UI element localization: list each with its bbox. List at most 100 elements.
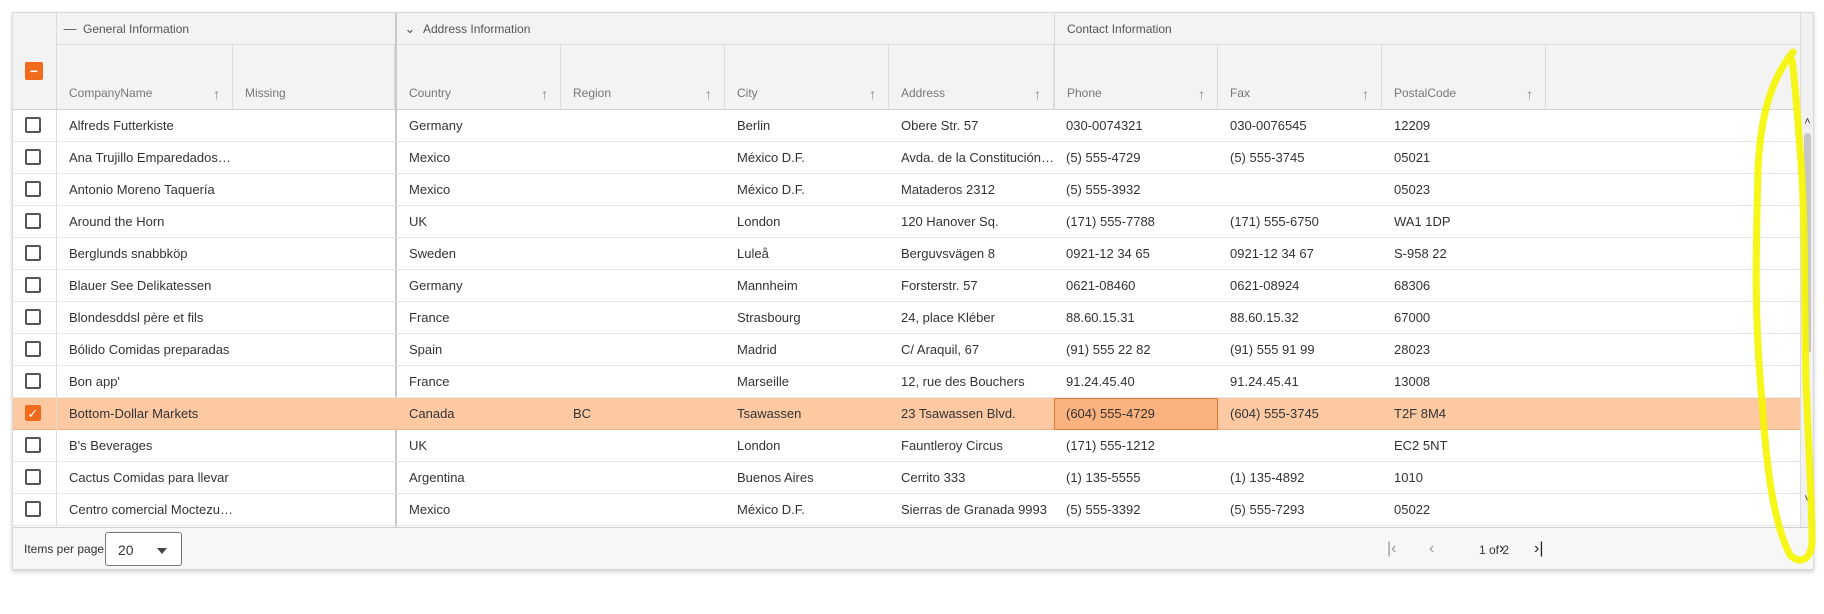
cell-company[interactable]: Alfreds Futterkiste (57, 110, 233, 142)
cell-country[interactable]: UK (397, 206, 561, 238)
cell-city[interactable]: Strasbourg (725, 302, 889, 334)
row-checkbox[interactable] (25, 437, 41, 453)
cell-phone[interactable]: (604) 555-4729 (1054, 398, 1218, 430)
cell-region[interactable] (561, 494, 725, 526)
cell-region[interactable] (561, 174, 725, 206)
sort-up-icon[interactable]: ↑ (541, 86, 548, 102)
cell-fax[interactable]: (5) 555-7293 (1218, 494, 1382, 526)
cell-postal[interactable]: 1010 (1382, 462, 1546, 494)
scrollbar-thumb[interactable] (1804, 133, 1811, 353)
column-header-missing[interactable]: Missing (233, 45, 395, 109)
cell-country[interactable]: Germany (397, 110, 561, 142)
first-page-icon[interactable]: |‹ (1387, 540, 1396, 558)
cell-region[interactable] (561, 270, 725, 302)
cell-country[interactable]: Spain (397, 334, 561, 366)
cell-region[interactable] (561, 110, 725, 142)
cell-postal[interactable]: 05023 (1382, 174, 1546, 206)
table-row[interactable]: Cactus Comidas para llevar Argentina Bueno… (13, 462, 1800, 494)
column-header-country[interactable]: Country ↑ (397, 45, 561, 109)
cell-fax[interactable]: (91) 555 91 99 (1218, 334, 1382, 366)
cell-region[interactable] (561, 302, 725, 334)
table-row[interactable]: Antonio Moreno Taquería Mexico México D.F.… (13, 174, 1800, 206)
cell-missing[interactable] (233, 238, 395, 270)
column-header-address[interactable]: Address ↑ (889, 45, 1054, 109)
cell-address[interactable]: Mataderos 2312 (889, 174, 1054, 206)
sort-up-icon[interactable]: ↑ (705, 86, 712, 102)
cell-address[interactable]: 24, place Kléber (889, 302, 1054, 334)
cell-city[interactable]: México D.F. (725, 494, 889, 526)
cell-company[interactable]: Antonio Moreno Taquería (57, 174, 233, 206)
cell-city[interactable]: México D.F. (725, 142, 889, 174)
cell-postal[interactable]: 05021 (1382, 142, 1546, 174)
cell-address[interactable]: Obere Str. 57 (889, 110, 1054, 142)
cell-city[interactable]: Madrid (725, 334, 889, 366)
cell-fax[interactable] (1218, 430, 1382, 462)
row-checkbox[interactable]: ✓ (25, 405, 41, 421)
table-row[interactable]: Ana Trujillo Emparedados y he… Mexico Méxi… (13, 142, 1800, 174)
row-checkbox[interactable] (25, 341, 41, 357)
table-row[interactable]: Berglunds snabbköp Sweden Luleå Berguvsväge… (13, 238, 1800, 270)
column-header-region[interactable]: Region ↑ (561, 45, 725, 109)
row-checkbox[interactable] (25, 501, 41, 517)
cell-fax[interactable]: 030-0076545 (1218, 110, 1382, 142)
cell-phone[interactable]: (171) 555-7788 (1054, 206, 1218, 238)
cell-postal[interactable]: 68306 (1382, 270, 1546, 302)
cell-city[interactable]: Tsawassen (725, 398, 889, 430)
cell-address[interactable]: Cerrito 333 (889, 462, 1054, 494)
cell-fax[interactable] (1218, 174, 1382, 206)
cell-city[interactable]: Berlin (725, 110, 889, 142)
column-header-phone[interactable]: Phone ↑ (1054, 45, 1218, 109)
cell-postal[interactable]: 13008 (1382, 366, 1546, 398)
sort-up-icon[interactable]: ↑ (1526, 86, 1533, 102)
cell-phone[interactable]: 0621-08460 (1054, 270, 1218, 302)
cell-phone[interactable]: (91) 555 22 82 (1054, 334, 1218, 366)
chevron-down-icon[interactable]: ⌄ (397, 21, 423, 37)
cell-postal[interactable]: WA1 1DP (1382, 206, 1546, 238)
table-row[interactable]: Blauer See Delikatessen Germany Mannheim Fo… (13, 270, 1800, 302)
cell-region[interactable] (561, 366, 725, 398)
cell-city[interactable]: Luleå (725, 238, 889, 270)
cell-company[interactable]: Bólido Comidas preparadas (57, 334, 233, 366)
cell-phone[interactable]: 030-0074321 (1054, 110, 1218, 142)
cell-missing[interactable] (233, 142, 395, 174)
cell-company[interactable]: B's Beverages (57, 430, 233, 462)
table-row[interactable]: Bon app' France Marseille 12, rue des Bouch… (13, 366, 1800, 398)
cell-city[interactable]: London (725, 206, 889, 238)
cell-company[interactable]: Blondesddsl père et fils (57, 302, 233, 334)
scroll-up-icon[interactable]: ˄ (1801, 116, 1813, 128)
table-row[interactable]: Centro comercial Moctezuma Mexico México D… (13, 494, 1800, 526)
cell-region[interactable] (561, 430, 725, 462)
cell-city[interactable]: Buenos Aires (725, 462, 889, 494)
cell-missing[interactable] (233, 270, 395, 302)
cell-phone[interactable]: (171) 555-1212 (1054, 430, 1218, 462)
cell-country[interactable]: France (397, 302, 561, 334)
cell-fax[interactable]: 88.60.15.32 (1218, 302, 1382, 334)
cell-missing[interactable] (233, 110, 395, 142)
previous-page-icon[interactable]: ‹ (1429, 540, 1434, 558)
items-per-page-select[interactable]: 20 (105, 532, 182, 566)
cell-company[interactable]: Bon app' (57, 366, 233, 398)
next-page-icon[interactable]: › (1499, 540, 1504, 558)
cell-missing[interactable] (233, 334, 395, 366)
cell-phone[interactable]: (5) 555-3392 (1054, 494, 1218, 526)
cell-fax[interactable]: 91.24.45.41 (1218, 366, 1382, 398)
cell-region[interactable]: BC (561, 398, 725, 430)
column-header-companyname[interactable]: CompanyName ↑ (57, 45, 233, 109)
row-checkbox[interactable] (25, 309, 41, 325)
cell-country[interactable]: France (397, 366, 561, 398)
row-checkbox[interactable] (25, 213, 41, 229)
column-header-postalcode[interactable]: PostalCode ↑ (1382, 45, 1546, 109)
row-checkbox[interactable] (25, 469, 41, 485)
column-group-address[interactable]: ⌄ Address Information (397, 13, 1054, 45)
sort-up-icon[interactable]: ↑ (1362, 86, 1369, 102)
cell-region[interactable] (561, 462, 725, 494)
cell-address[interactable]: C/ Araquil, 67 (889, 334, 1054, 366)
last-page-icon[interactable]: ›| (1534, 540, 1543, 558)
cell-country[interactable]: Germany (397, 270, 561, 302)
cell-region[interactable] (561, 142, 725, 174)
cell-fax[interactable]: 0621-08924 (1218, 270, 1382, 302)
cell-address[interactable]: 12, rue des Bouchers (889, 366, 1054, 398)
cell-city[interactable]: London (725, 430, 889, 462)
cell-phone[interactable]: 0921-12 34 65 (1054, 238, 1218, 270)
cell-city[interactable]: Mannheim (725, 270, 889, 302)
